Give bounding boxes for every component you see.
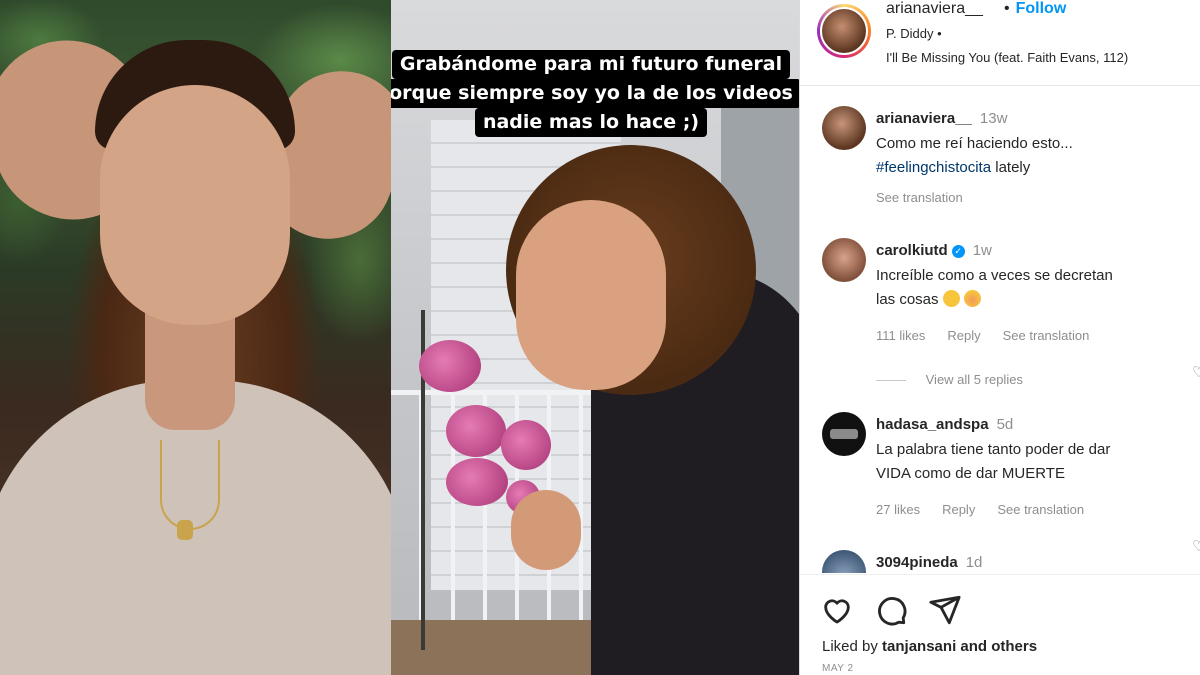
comment-text: La palabra tiene tanto poder de dar VIDA… bbox=[876, 438, 1186, 486]
liked-by-prefix: Liked by bbox=[822, 638, 883, 655]
see-translation-link[interactable]: See translation bbox=[1003, 328, 1090, 343]
comment-icon[interactable] bbox=[874, 593, 908, 627]
audio-artist[interactable]: P. Diddy • bbox=[886, 26, 942, 41]
follow-wrap: • Follow bbox=[1004, 0, 1066, 18]
comment-username-row: arianaviera__ 13w bbox=[876, 110, 1007, 127]
see-translation-link[interactable]: See translation bbox=[876, 190, 963, 205]
follow-separator: • bbox=[1004, 0, 1010, 17]
comment-text-line: Increíble como a veces se decretan bbox=[876, 267, 1113, 284]
comment-username[interactable]: 3094pineda bbox=[876, 554, 958, 571]
follow-button[interactable]: Follow bbox=[1016, 0, 1067, 17]
photo-necklace bbox=[160, 440, 220, 530]
comment-text: Como me reí haciendo esto... #feelingchi… bbox=[876, 132, 1186, 180]
comment-text-line: VIDA como de dar MUERTE bbox=[876, 465, 1065, 482]
post-header: arianaviera__ • Follow P. Diddy • I'll Be… bbox=[800, 0, 1200, 86]
instagram-post-panel: arianaviera__ • Follow P. Diddy • I'll Be… bbox=[799, 0, 1200, 675]
comment-text-line: Como me reí haciendo esto... bbox=[876, 135, 1073, 152]
flushed-emoji-icon bbox=[963, 290, 981, 307]
liked-by-text: Liked by tanjansani and others bbox=[822, 638, 1037, 655]
orchid-flower bbox=[446, 458, 508, 506]
audio-track[interactable]: I'll Be Missing You (feat. Faith Evans, … bbox=[886, 50, 1128, 65]
view-replies-button[interactable]: View all 5 replies bbox=[876, 372, 1023, 387]
comment-text-rest: lately bbox=[991, 159, 1031, 176]
reply-button[interactable]: Reply bbox=[942, 502, 975, 517]
liked-by-user[interactable]: tanjansani bbox=[882, 638, 956, 655]
author-username[interactable]: arianaviera__ bbox=[886, 0, 983, 18]
comment-text-line: La palabra tiene tanto poder de dar bbox=[876, 441, 1111, 458]
comment-time: 5d bbox=[996, 416, 1014, 433]
photo-face bbox=[100, 85, 290, 325]
video-caption: Grabándome para mi futuro funeral orque … bbox=[391, 50, 799, 137]
video-frame[interactable]: Grabándome para mi futuro funeral orque … bbox=[391, 0, 799, 675]
comment-avatar[interactable] bbox=[822, 412, 866, 456]
comment-avatar[interactable] bbox=[822, 106, 866, 150]
orchid-flower bbox=[446, 405, 506, 457]
orchid-flower bbox=[419, 340, 481, 392]
post-actions: Liked by tanjansani and others MAY 2 bbox=[800, 574, 1200, 675]
reply-button[interactable]: Reply bbox=[947, 328, 980, 343]
caption-line: Grabándome para mi futuro funeral bbox=[391, 50, 791, 79]
comment-username-row: 3094pineda 1d bbox=[876, 554, 982, 571]
verified-badge-icon: ✓ bbox=[951, 245, 965, 258]
send-icon[interactable] bbox=[928, 593, 962, 627]
comment-like-heart-icon[interactable]: ♡ bbox=[1192, 539, 1200, 554]
caption-line: orque siempre soy yo la de los videos bbox=[391, 79, 799, 108]
comment-username[interactable]: carolkiutd bbox=[876, 242, 948, 259]
portrait-photo bbox=[0, 0, 391, 675]
comment-hashtag[interactable]: #feelingchistocita bbox=[876, 159, 991, 176]
comment-time: 1d bbox=[965, 554, 983, 571]
comment-text-line: las cosas bbox=[876, 291, 939, 308]
photo-pendant bbox=[177, 520, 193, 540]
comment-time: 1w bbox=[972, 242, 992, 259]
comment-time: 13w bbox=[979, 110, 1008, 127]
comment-meta: 27 likes Reply See translation bbox=[876, 502, 1106, 517]
video-person-face bbox=[516, 200, 666, 390]
view-replies-label: View all 5 replies bbox=[925, 372, 1023, 387]
comment-username[interactable]: arianaviera__ bbox=[876, 110, 972, 127]
heart-icon[interactable] bbox=[820, 593, 854, 627]
comment-username-row: hadasa_andspa 5d bbox=[876, 416, 1013, 433]
comment-meta: 111 likes Reply See translation bbox=[876, 328, 1111, 343]
author-avatar[interactable] bbox=[817, 4, 871, 58]
see-translation-link[interactable]: See translation bbox=[997, 502, 1084, 517]
comment-text: Increíble como a veces se decretan las c… bbox=[876, 264, 1186, 312]
comment-likes[interactable]: 27 likes bbox=[876, 502, 920, 517]
post-date: MAY 2 bbox=[822, 663, 854, 674]
comment-likes[interactable]: 111 likes bbox=[876, 328, 925, 343]
comment-username-row: carolkiutd ✓ 1w bbox=[876, 242, 992, 259]
comment-username[interactable]: hadasa_andspa bbox=[876, 416, 989, 433]
caption-line: nadie mas lo hace ;) bbox=[474, 108, 708, 137]
orchid-flower bbox=[501, 420, 551, 470]
video-person-hand bbox=[511, 490, 581, 570]
comment-avatar[interactable] bbox=[822, 550, 866, 573]
comment-avatar[interactable] bbox=[822, 238, 866, 282]
comments-list[interactable]: arianaviera__ 13w Como me reí haciendo es… bbox=[800, 86, 1200, 573]
comment-like-heart-icon[interactable]: ♡ bbox=[1192, 365, 1200, 380]
smirk-emoji-icon bbox=[942, 290, 960, 307]
comment-meta: See translation bbox=[876, 190, 985, 205]
liked-by-others[interactable]: and others bbox=[956, 638, 1037, 655]
